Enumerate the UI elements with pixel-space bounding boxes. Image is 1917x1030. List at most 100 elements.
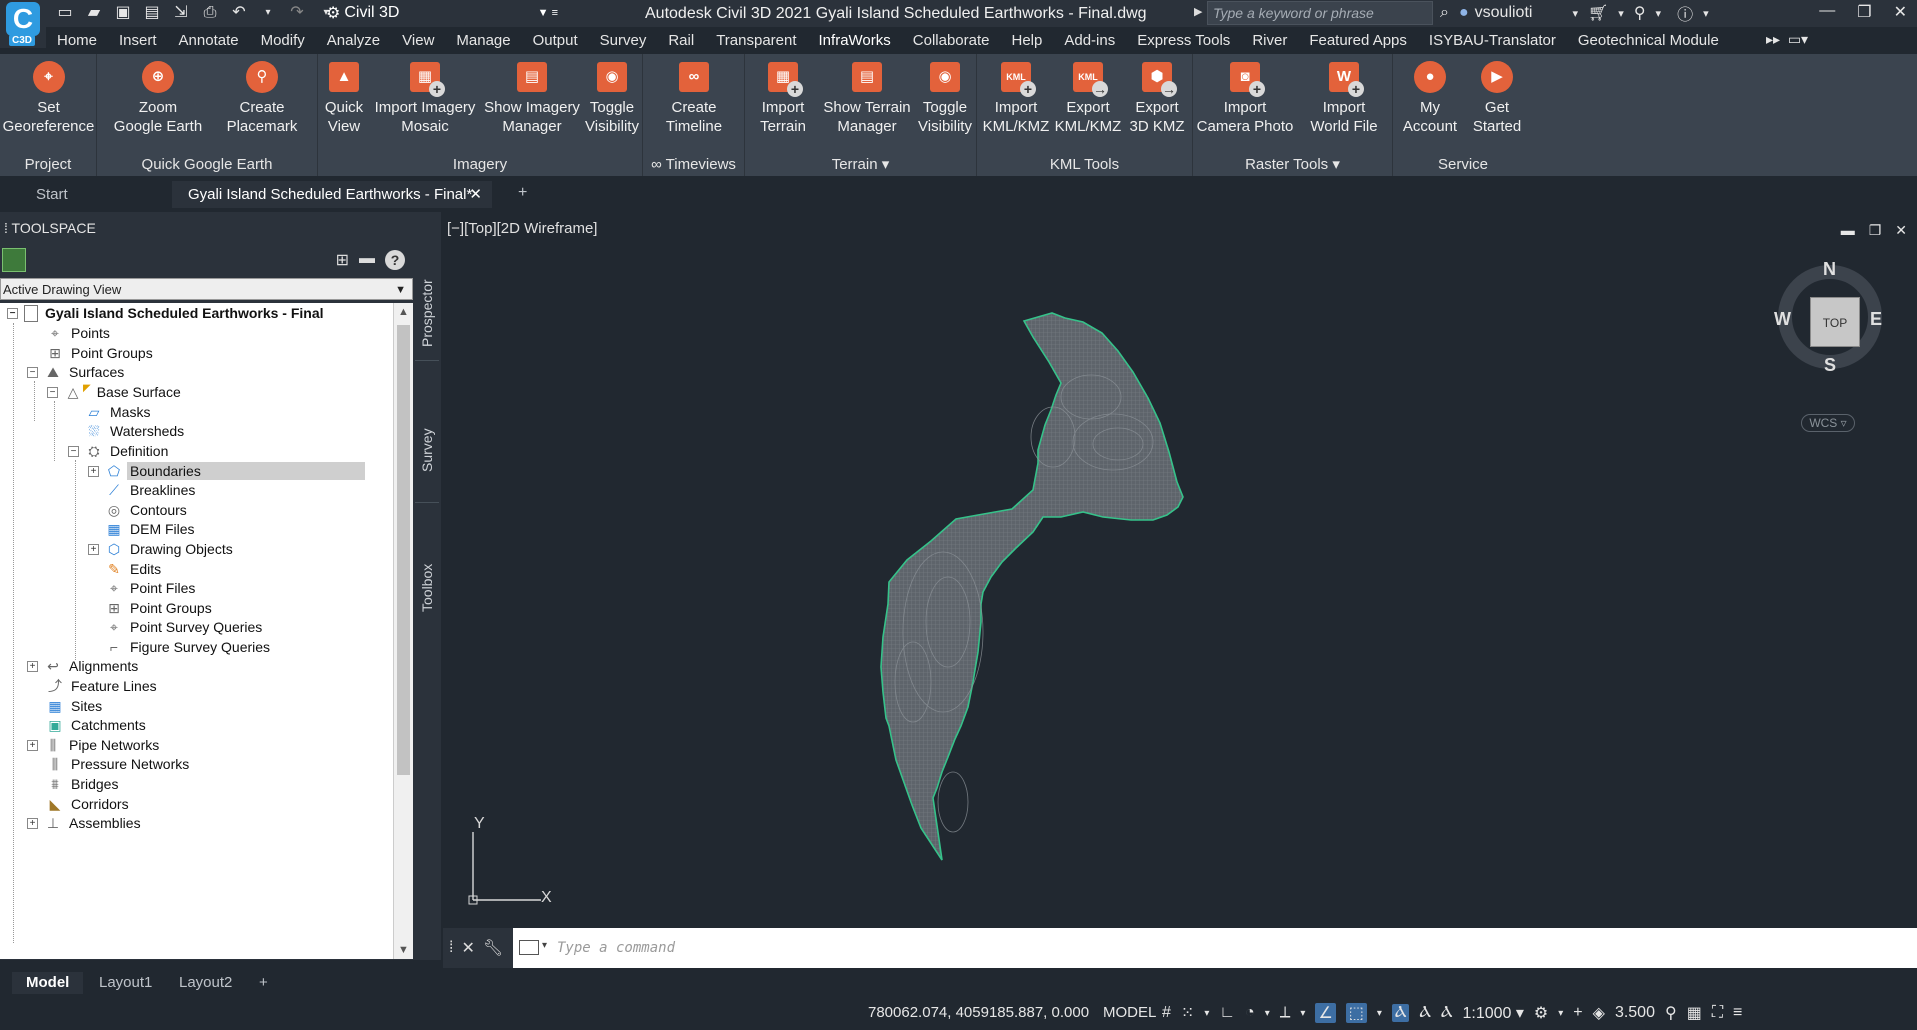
polar-dropdown-icon[interactable]: ▾ [1265, 1008, 1270, 1019]
my-account-button[interactable]: ● My Account [1395, 60, 1465, 136]
object-snap-dropdown-icon[interactable]: ▾ [1377, 1008, 1382, 1019]
tab-start[interactable]: Start [20, 181, 84, 208]
side-tab-survey[interactable]: Survey [413, 372, 441, 492]
tree-item-masks[interactable]: ▱ Masks [85, 402, 151, 422]
set-georeference-button[interactable]: ⌖ Set Georeference [0, 60, 97, 136]
tree-item-surfaces[interactable]: − ⛰︎ Surfaces [27, 362, 124, 382]
lineweight-value[interactable]: 3.500 [1615, 1004, 1655, 1022]
collapse-icon[interactable]: − [7, 307, 18, 319]
import-kml-button[interactable]: KML + Import KML/KMZ [981, 60, 1051, 136]
tab-help[interactable]: Help [1000, 27, 1053, 54]
quick-view-button[interactable]: ▲ Quick View [320, 60, 368, 136]
wrench-icon[interactable]: 🔧︎ [483, 938, 503, 958]
isolate-objects-icon[interactable]: ⚲ [1665, 1003, 1677, 1023]
user-account[interactable]: ● vsoulioti [1459, 4, 1532, 22]
surface-boundary[interactable] [880, 312, 1184, 861]
settings-icon[interactable]: ⚙ [1534, 1003, 1548, 1023]
export-kml-button[interactable]: KML → Export KML/KMZ [1053, 60, 1123, 136]
expand-icon[interactable]: + [27, 739, 38, 751]
tree-item-feature-lines[interactable]: ⤴ Feature Lines [46, 676, 157, 696]
tree-item-definition-point-groups[interactable]: ⊞ Point Groups [105, 598, 212, 618]
tab-add-ins[interactable]: Add-ins [1053, 27, 1126, 54]
tree-item-sites[interactable]: ▦ Sites [46, 696, 102, 716]
tab-layout1[interactable]: Layout1 [85, 972, 166, 994]
tab-express-tools[interactable]: Express Tools [1126, 27, 1241, 54]
scroll-thumb[interactable] [397, 325, 410, 775]
restore-icon[interactable]: ❐ [1857, 2, 1871, 22]
import-imagery-mosaic-button[interactable]: ▦ + Import Imagery Mosaic [370, 60, 480, 136]
new-tab-icon[interactable]: + [518, 184, 527, 202]
hardware-acceleration-icon[interactable]: ▦ [1687, 1003, 1702, 1023]
command-input[interactable]: Type a command [513, 928, 1917, 968]
scroll-down-icon[interactable]: ▼ [398, 944, 409, 956]
drawing-viewport[interactable]: [−][Top][2D Wireframe] ▬ ❐ ✕ TOP N S E W… [443, 212, 1917, 926]
annotation-visibility-icon[interactable]: Ⲁ [1391, 1004, 1410, 1022]
import-terrain-button[interactable]: ▦ + Import Terrain [749, 60, 817, 136]
tree-item-breaklines[interactable]: ⟋ Breaklines [105, 480, 195, 500]
export-3d-kmz-button[interactable]: ⬢ → Export 3D KMZ [1125, 60, 1189, 136]
drag-handle-icon[interactable]: ⁞ [449, 939, 453, 957]
open-folder-icon[interactable]: ▰ [84, 3, 104, 23]
tree-item-alignments[interactable]: + ↩ Alignments [27, 656, 138, 676]
tab-output[interactable]: Output [522, 27, 589, 54]
cart-icon[interactable]: 🛒︎ [1588, 3, 1608, 23]
show-terrain-manager-button[interactable]: ▤ Show Terrain Manager [819, 60, 915, 136]
export-icon[interactable]: ⇲ [171, 3, 191, 23]
workspace-selector[interactable]: ⚙ Civil 3D ▼ ≡ [326, 2, 558, 24]
tab-featured-apps[interactable]: Featured Apps [1298, 27, 1418, 54]
tree-item-bridges[interactable]: ⩩ Bridges [46, 774, 118, 794]
close-icon[interactable]: ✕ [1894, 2, 1907, 22]
close-tab-icon[interactable]: ✕ [469, 181, 482, 208]
tree-item-definition[interactable]: − ⛭ Definition [68, 441, 168, 461]
new-file-icon[interactable]: ▭ [55, 3, 75, 23]
object-snap-icon[interactable]: ⬚ [1345, 1003, 1367, 1023]
expand-icon[interactable]: + [27, 660, 38, 672]
search-icon[interactable]: ⌕ [1440, 4, 1449, 22]
tree-item-points[interactable]: ⌖ Points [46, 323, 110, 343]
tab-active-drawing[interactable]: Gyali Island Scheduled Earthworks - Fina… [172, 181, 492, 208]
annotation-autoscale-icon[interactable]: Ⲁ [1419, 1004, 1431, 1022]
tree-item-base-surface[interactable]: − △ ◤ Base Surface [47, 382, 181, 402]
search-input[interactable]: Type a keyword or phrase [1207, 1, 1433, 25]
tree-item-point-survey-queries[interactable]: ⌖ Point Survey Queries [105, 617, 262, 637]
collapse-icon[interactable]: − [68, 445, 79, 457]
share-icon[interactable]: ⚲ [1634, 3, 1646, 23]
settings-dropdown-icon[interactable]: ▾ [1558, 1008, 1563, 1019]
print-icon[interactable]: ⎙ [200, 3, 220, 23]
tree-item-edits[interactable]: ✎ Edits [105, 559, 161, 579]
panel-toggle-icon[interactable]: ▬ [359, 250, 375, 270]
expand-icon[interactable]: + [27, 817, 38, 829]
tab-river[interactable]: River [1241, 27, 1298, 54]
add-icon[interactable]: + [1573, 1004, 1582, 1022]
tree-item-point-files[interactable]: ⌖ Point Files [105, 578, 195, 598]
object-snap-tracking-icon[interactable]: ∠ [1315, 1003, 1336, 1023]
new-layout-icon[interactable]: + [245, 972, 282, 994]
side-tab-prospector[interactable]: Prospector [413, 232, 441, 352]
snap-icon[interactable]: ⁙ [1181, 1003, 1194, 1023]
tree-layout-icon[interactable]: ⊞ [336, 250, 349, 270]
tree-scrollbar[interactable]: ▲ ▼ [393, 303, 413, 959]
tab-transparent[interactable]: Transparent [705, 27, 807, 54]
surface-drawing[interactable] [443, 212, 1917, 926]
compass-west[interactable]: W [1774, 309, 1791, 330]
tree-item-corridors[interactable]: ◣ Corridors [46, 794, 129, 814]
clean-screen-icon[interactable]: ⛶ [1712, 1004, 1723, 1022]
group-title-terrain[interactable]: Terrain ▾ [745, 154, 976, 176]
tab-insert[interactable]: Insert [108, 27, 168, 54]
expand-icon[interactable]: + [88, 465, 99, 477]
side-tab-toolbox[interactable]: Toolbox [413, 512, 441, 632]
compass-east[interactable]: E [1870, 309, 1882, 330]
tree-item-pipe-networks[interactable]: + ⫼ Pipe Networks [27, 735, 159, 755]
collapse-icon[interactable]: − [47, 386, 58, 398]
toggle-visibility-terrain-button[interactable]: ◉ Toggle Visibility [915, 60, 975, 136]
collapse-icon[interactable]: − [27, 366, 38, 378]
import-camera-photo-button[interactable]: ◙ + Import Camera Photo [1193, 60, 1297, 136]
command-history-icon[interactable] [519, 940, 539, 955]
command-history-dropdown-icon[interactable]: ▾ [542, 940, 547, 951]
tab-survey[interactable]: Survey [589, 27, 658, 54]
share-dropdown-icon[interactable]: ▾ [1656, 7, 1662, 20]
compass-south[interactable]: S [1824, 355, 1836, 376]
tree-item-dem-files[interactable]: ▦ DEM Files [105, 519, 194, 539]
tab-view[interactable]: View [391, 27, 445, 54]
expand-icon[interactable]: + [88, 543, 99, 555]
